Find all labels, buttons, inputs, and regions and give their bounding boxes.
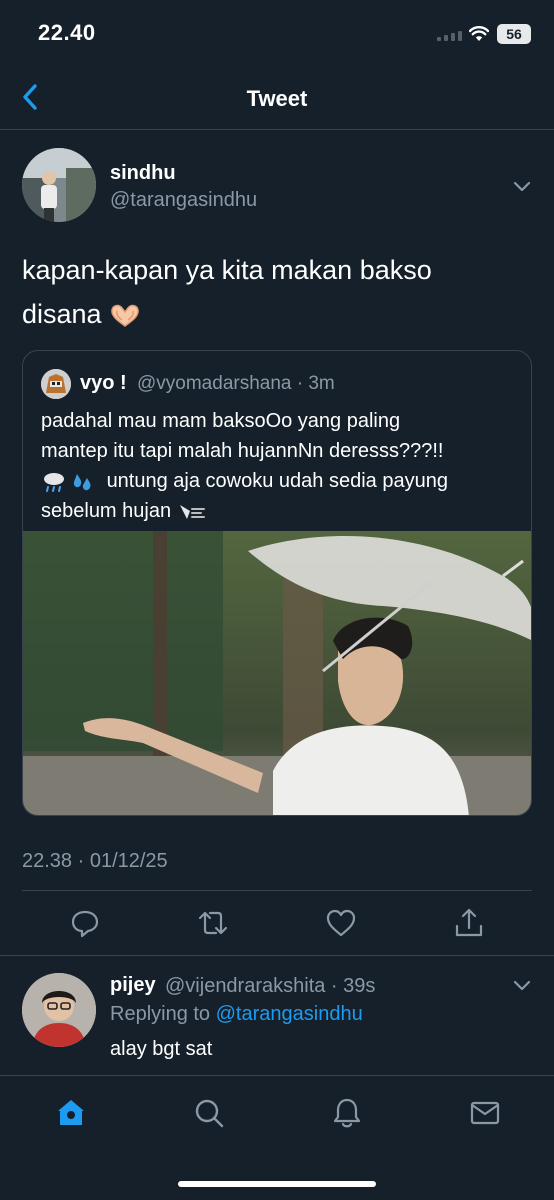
chevron-down-icon[interactable] (512, 977, 532, 993)
replying-to: Replying to @tarangasindhu (110, 1003, 363, 1026)
home-indicator[interactable] (178, 1181, 376, 1187)
quoted-text-line-4: sebelum hujan (41, 500, 172, 522)
cellular-signal-icon (437, 31, 462, 41)
tweet-text: kapan-kapan ya kita makan bakso disana (22, 248, 522, 336)
reply-text: alay bgt sat (110, 1038, 213, 1060)
quoted-tweet[interactable]: vyo ! @vyomadarshana · 3m padahal mau ma… (22, 350, 532, 816)
reply-author-name[interactable]: pijey (110, 974, 156, 997)
divider (0, 955, 554, 956)
home-icon[interactable] (54, 1096, 88, 1130)
quoted-author-avatar[interactable] (41, 369, 71, 399)
heart-hands-emoji-icon (110, 304, 139, 327)
wifi-icon (469, 26, 489, 41)
author-avatar[interactable] (22, 148, 96, 222)
reply-author-meta: @vijendrarakshita · 39s (165, 975, 376, 997)
battery-indicator: 56 (497, 24, 531, 44)
wind-face-emoji-icon (179, 504, 205, 519)
quoted-author-name: vyo ! (80, 372, 127, 394)
quoted-author-meta: @vyomadarshana · 3m (137, 373, 335, 394)
page-title: Tweet (246, 86, 308, 111)
quoted-text-line-3: untung aja cowoku udah sedia payung (106, 470, 448, 492)
status-bar: 22.40 56 (0, 0, 554, 66)
nav-header: Tweet (0, 66, 554, 130)
bottom-tab-bar (0, 1075, 554, 1200)
quoted-tweet-text: padahal mau mam baksoOo yang paling mant… (41, 406, 521, 526)
author-name[interactable]: sindhu (110, 162, 176, 185)
author-handle[interactable]: @tarangasindhu (110, 189, 257, 212)
tweet-text-line-2: disana (22, 299, 102, 329)
reply-author-avatar[interactable] (22, 973, 96, 1047)
search-icon[interactable] (192, 1096, 226, 1130)
like-icon[interactable] (324, 906, 358, 940)
chevron-down-icon[interactable] (512, 178, 532, 194)
status-time: 22.40 (38, 20, 96, 45)
tweet-action-bar (0, 906, 554, 946)
tweet-text-line-1: kapan-kapan ya kita makan bakso (22, 255, 432, 285)
retweet-icon[interactable] (196, 906, 230, 940)
divider (22, 890, 532, 891)
share-icon[interactable] (452, 906, 486, 940)
notifications-icon[interactable] (330, 1096, 364, 1130)
reply-icon[interactable] (68, 906, 102, 940)
replying-to-mention[interactable]: @tarangasindhu (216, 1003, 363, 1025)
cloud-rain-emoji-icon (44, 472, 64, 492)
tweet-timestamp: 22.38 · 01/12/25 (22, 850, 168, 872)
sweat-droplets-emoji-icon (73, 473, 91, 490)
quoted-text-line-2: mantep itu tapi malah hujannNn deresss??… (41, 440, 444, 462)
quoted-tweet-photo[interactable] (23, 531, 531, 815)
messages-icon[interactable] (468, 1096, 502, 1130)
quoted-text-line-1: padahal mau mam baksoOo yang paling (41, 410, 401, 432)
replying-to-label: Replying to (110, 1003, 211, 1025)
